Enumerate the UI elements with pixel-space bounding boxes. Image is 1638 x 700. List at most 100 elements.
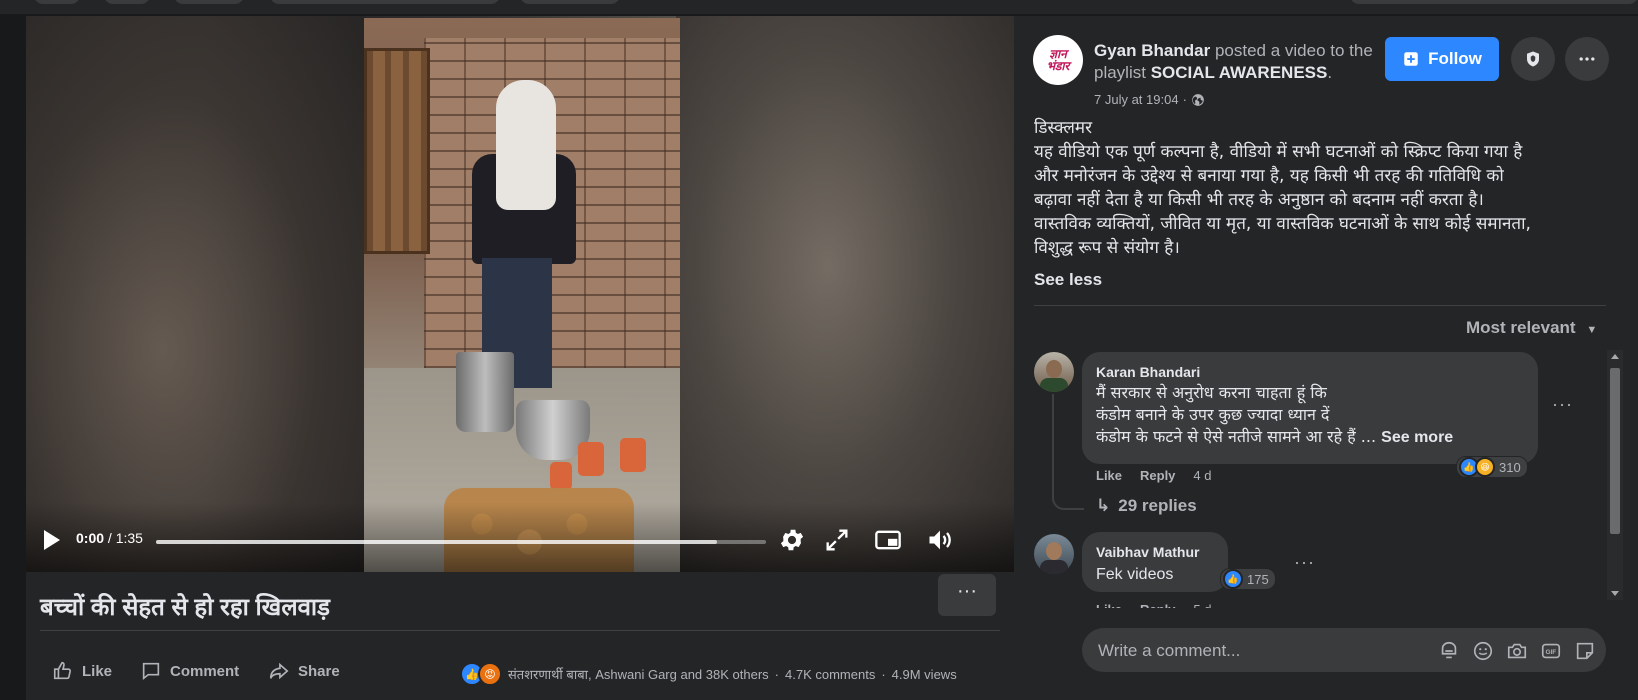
- top-tab[interactable]: [104, 0, 150, 4]
- post-divider: [40, 630, 1000, 631]
- share-arrow-icon: [269, 662, 289, 680]
- description-line: विशुद्ध रूप से संयोग है।: [1034, 238, 1180, 258]
- jar: [550, 462, 572, 490]
- follow-page-icon: [1404, 52, 1418, 66]
- sticker-icon[interactable]: [1574, 640, 1596, 662]
- comment-reply-link[interactable]: Reply: [1140, 468, 1175, 483]
- comment-label: Comment: [170, 662, 240, 680]
- view-replies-link[interactable]: ↳ 29 replies: [1096, 496, 1197, 516]
- comment-author[interactable]: Vaibhav Mathur: [1096, 544, 1199, 560]
- comment-more-icon[interactable]: ···: [1294, 552, 1315, 573]
- video-post-panel: 0:00 / 1:35 बच्चों की सेहत से हो रहा खिल…: [26, 16, 1014, 700]
- follow-label: Follow: [1428, 49, 1482, 68]
- comment-text: Fek videos: [1096, 566, 1174, 583]
- comment-line: कंडोम के फटने से ऐसे नतीजे सामने आ रहे ह…: [1096, 427, 1356, 446]
- avatar[interactable]: [1034, 534, 1074, 574]
- follow-button[interactable]: Follow: [1385, 37, 1499, 81]
- video-controls: 0:00 / 1:35: [26, 502, 1014, 572]
- like-button[interactable]: Like: [52, 660, 112, 682]
- post-more-button[interactable]: ···: [938, 574, 996, 616]
- ellipsis-icon: [1579, 57, 1595, 61]
- expand-icon[interactable]: [823, 526, 851, 554]
- comment-more-icon[interactable]: ···: [1552, 394, 1573, 415]
- avatar-sticker-icon[interactable]: [1438, 640, 1460, 662]
- comment-reactions[interactable]: 👍 175: [1220, 568, 1276, 590]
- emoji-icon[interactable]: [1472, 640, 1494, 662]
- picture-in-picture-icon[interactable]: [874, 526, 902, 554]
- time-separator: /: [107, 530, 112, 546]
- camera-icon[interactable]: [1506, 640, 1528, 662]
- reactions-text: संतशरणार्थी बाबा, Ashwani Garg and 38K o…: [508, 667, 769, 682]
- post-description: डिस्क्लमर यह वीडियो एक पूर्ण कल्पना है, …: [1034, 116, 1604, 260]
- comment-button[interactable]: Comment: [140, 660, 239, 682]
- masked-face: [496, 80, 556, 210]
- duration: 1:35: [115, 530, 143, 546]
- more-options-button[interactable]: [1565, 37, 1609, 81]
- comment-age[interactable]: 4 d: [1193, 468, 1211, 483]
- top-tab[interactable]: [520, 0, 620, 4]
- separator: ·: [881, 666, 886, 682]
- like-reaction-icon: 👍: [1223, 569, 1243, 589]
- page-avatar[interactable]: ज्ञान भंडार: [1033, 35, 1083, 85]
- caret-down-icon: ▼: [1586, 324, 1598, 336]
- playlist-name[interactable]: SOCIAL AWARENESS: [1151, 63, 1328, 82]
- comment-line: कंडोम बनाने के उपर कुछ ज्यादा ध्यान दें: [1096, 405, 1330, 424]
- save-button[interactable]: [1511, 37, 1555, 81]
- video-blur-left: [26, 16, 366, 572]
- current-time: 0:00: [76, 530, 105, 546]
- description-line: वास्तविक व्यक्तियों, जीवित या मृत, या वा…: [1034, 214, 1531, 234]
- gear-icon[interactable]: [778, 526, 806, 554]
- page-name[interactable]: Gyan Bhandar: [1094, 41, 1210, 60]
- comment-line: मैं सरकार से अनुरोध करना चाहता हूं कि: [1096, 383, 1327, 402]
- angry-reaction-icon: 😡: [478, 662, 502, 686]
- comment-like-link[interactable]: Like: [1096, 468, 1122, 483]
- scroll-thumb[interactable]: [1610, 368, 1620, 534]
- post-date[interactable]: 7 July at 19:04: [1094, 92, 1179, 107]
- comments-count[interactable]: 4.7K comments: [785, 667, 875, 682]
- globe-icon: [1192, 93, 1204, 106]
- sort-label: Most relevant: [1466, 318, 1576, 337]
- comment-bubble: Karan Bhandari मैं सरकार से अनुरोध करना …: [1082, 352, 1538, 464]
- comments-scrollbar[interactable]: [1607, 350, 1623, 600]
- write-comment-box[interactable]: GIF: [1082, 628, 1606, 674]
- comment-actions: Like Reply 4 d: [1096, 468, 1212, 483]
- gif-icon[interactable]: GIF: [1540, 640, 1562, 662]
- comment-input[interactable]: [1096, 628, 1420, 674]
- reactions-summary[interactable]: 👍 😡 संतशरणार्थी बाबा, Ashwani Garg and 3…: [460, 662, 957, 686]
- ellipsis: ...: [1360, 427, 1377, 446]
- separator: ·: [774, 666, 779, 682]
- see-more-link[interactable]: See more: [1381, 429, 1453, 446]
- jar: [620, 438, 646, 472]
- comment-bubble: Vaibhav Mathur Fek videos: [1082, 532, 1228, 592]
- comment-reactions[interactable]: 👍 😆 310: [1456, 456, 1528, 478]
- top-search[interactable]: [1350, 0, 1638, 4]
- top-tab[interactable]: [34, 0, 80, 4]
- video-player[interactable]: 0:00 / 1:35: [26, 16, 1014, 572]
- description-line: और मनोरंजन के उद्देश्य से बनाया गया है, …: [1034, 166, 1504, 186]
- avatar[interactable]: [1034, 352, 1074, 392]
- description-line: बढ़ावा नहीं देता है या किसी भी तरह के अन…: [1034, 190, 1484, 210]
- progress-bar[interactable]: [156, 540, 766, 544]
- reply-arrow-icon: ↳: [1096, 496, 1111, 515]
- scroll-down-arrow[interactable]: [1611, 591, 1619, 596]
- description-line: यह वीडियो एक पूर्ण कल्पना है, वीडियो में…: [1034, 142, 1523, 162]
- see-less-link[interactable]: See less: [1034, 270, 1102, 290]
- scroll-up-arrow[interactable]: [1611, 354, 1619, 359]
- top-tab[interactable]: [174, 0, 244, 4]
- play-icon[interactable]: [44, 530, 60, 550]
- top-tab[interactable]: [270, 0, 500, 4]
- video-frame: [364, 18, 680, 572]
- haha-reaction-icon: 😆: [1475, 457, 1495, 477]
- reaction-count: 175: [1247, 571, 1269, 587]
- post-meta: 7 July at 19:04 ·: [1094, 92, 1205, 107]
- page-logo: ज्ञान भंडार: [1047, 48, 1070, 72]
- steel-pot: [456, 352, 514, 432]
- comment-sort-dropdown[interactable]: Most relevant ▼: [1466, 318, 1597, 338]
- video-time: 0:00 / 1:35: [76, 530, 143, 546]
- replies-label: 29 replies: [1118, 496, 1197, 515]
- meta-separator: ·: [1182, 92, 1187, 107]
- share-button[interactable]: Share: [268, 660, 340, 682]
- speaker-icon[interactable]: [926, 526, 954, 554]
- thumbs-up-icon: [53, 661, 72, 680]
- comment-author[interactable]: Karan Bhandari: [1096, 364, 1200, 380]
